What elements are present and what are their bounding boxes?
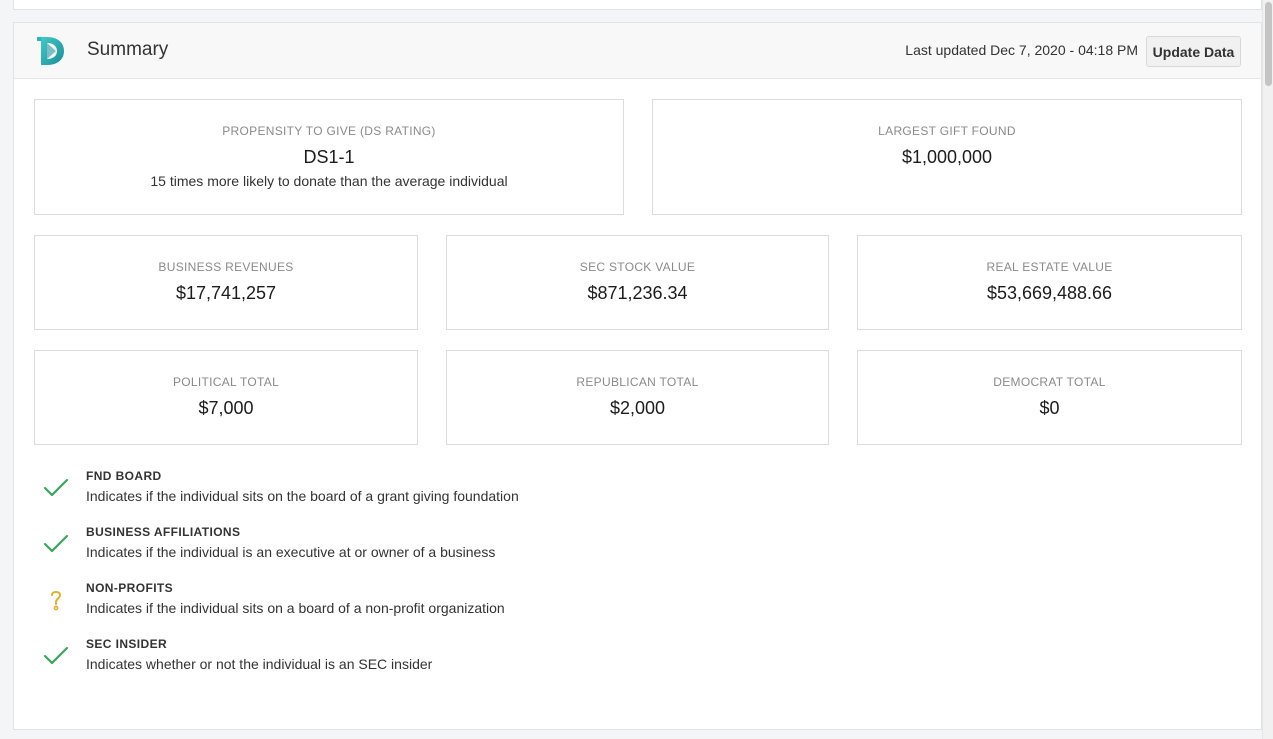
metric-value: $2,000: [609, 398, 666, 418]
indicator-list: FND BOARD Indicates if the individual si…: [42, 469, 742, 693]
metric-label: DEMOCRAT TOTAL: [993, 375, 1106, 389]
vertical-scrollbar[interactable]: [1262, 0, 1273, 739]
metric-value: $871,236.34: [587, 283, 688, 303]
ds-logo-icon: [37, 37, 64, 65]
summary-panel: Summary Last updated Dec 7, 2020 - 04:18…: [13, 22, 1262, 730]
metric-label: REPUBLICAN TOTAL: [576, 375, 699, 389]
political-total-card: POLITICAL TOTAL $7,000: [34, 350, 418, 445]
check-icon: [43, 534, 69, 553]
sec-stock-value-card: SEC STOCK VALUE $871,236.34: [446, 235, 829, 330]
scrollbar-thumb[interactable]: [1265, 2, 1272, 86]
check-icon: [43, 646, 69, 665]
indicator-description: Indicates if the individual sits on a bo…: [86, 600, 505, 616]
indicator-description: Indicates whether or not the individual …: [86, 656, 433, 672]
panel-header: Summary Last updated Dec 7, 2020 - 04:18…: [14, 23, 1261, 79]
indicator-description: Indicates if the individual is an execut…: [86, 544, 496, 560]
indicator-sec-insider: SEC INSIDER Indicates whether or not the…: [42, 637, 742, 693]
largest-gift-value: $1,000,000: [901, 147, 993, 167]
propensity-card: PROPENSITY TO GIVE (DS RATING) DS1-1 15 …: [34, 99, 624, 215]
indicator-title: FND BOARD: [86, 469, 162, 483]
propensity-note: 15 times more likely to donate than the …: [150, 173, 508, 189]
indicator-business-affiliations: BUSINESS AFFILIATIONS Indicates if the i…: [42, 525, 742, 581]
metric-value: $53,669,488.66: [986, 283, 1113, 303]
democrat-total-card: DEMOCRAT TOTAL $0: [857, 350, 1242, 445]
indicator-non-profits: NON-PROFITS Indicates if the individual …: [42, 581, 742, 637]
indicator-title: BUSINESS AFFILIATIONS: [86, 525, 241, 539]
metric-label: SEC STOCK VALUE: [579, 260, 696, 274]
metric-value: $7,000: [198, 398, 254, 418]
update-data-button[interactable]: Update Data: [1146, 36, 1241, 67]
real-estate-value-card: REAL ESTATE VALUE $53,669,488.66: [857, 235, 1242, 330]
indicator-title: SEC INSIDER: [86, 637, 168, 651]
propensity-value: DS1-1: [303, 147, 355, 167]
largest-gift-label: LARGEST GIFT FOUND: [878, 124, 1016, 138]
business-revenues-card: BUSINESS REVENUES $17,741,257: [34, 235, 418, 330]
republican-total-card: REPUBLICAN TOTAL $2,000: [446, 350, 829, 445]
panel-title: Summary: [87, 39, 169, 60]
metric-label: BUSINESS REVENUES: [158, 260, 294, 274]
metric-label: REAL ESTATE VALUE: [986, 260, 1113, 274]
metric-value: $0: [1039, 398, 1060, 418]
indicator-fnd-board: FND BOARD Indicates if the individual si…: [42, 469, 742, 525]
propensity-label: PROPENSITY TO GIVE (DS RATING): [222, 124, 436, 138]
check-icon: [43, 478, 69, 497]
metric-value: $17,741,257: [175, 283, 277, 303]
previous-panel-edge: [13, 0, 1262, 10]
indicator-description: Indicates if the individual sits on the …: [86, 488, 519, 504]
question-mark-icon: [51, 591, 62, 611]
metric-label: POLITICAL TOTAL: [172, 375, 280, 389]
largest-gift-card: LARGEST GIFT FOUND $1,000,000: [652, 99, 1242, 215]
last-updated-text: Last updated Dec 7, 2020 - 04:18 PM: [905, 42, 1138, 58]
indicator-title: NON-PROFITS: [86, 581, 174, 595]
